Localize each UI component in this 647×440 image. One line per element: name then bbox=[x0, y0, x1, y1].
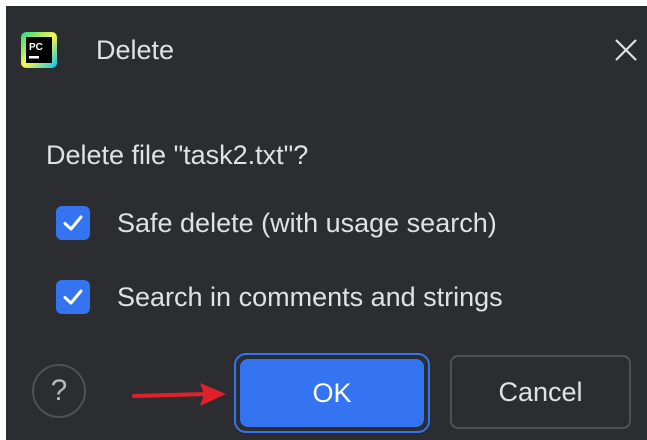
search-comments-checkbox[interactable] bbox=[56, 280, 90, 314]
check-icon bbox=[63, 289, 83, 305]
pycharm-app-icon: PC bbox=[21, 32, 57, 68]
delete-confirmation-message: Delete file "task2.txt"? bbox=[46, 140, 309, 170]
help-button[interactable]: ? bbox=[32, 364, 86, 418]
check-icon bbox=[63, 215, 83, 231]
svg-text:PC: PC bbox=[29, 42, 43, 53]
search-comments-label: Search in comments and strings bbox=[117, 282, 503, 312]
safe-delete-label: Safe delete (with usage search) bbox=[117, 208, 497, 238]
ok-button[interactable]: OK bbox=[240, 359, 424, 427]
safe-delete-checkbox[interactable] bbox=[56, 206, 90, 240]
red-arrow-icon bbox=[132, 383, 226, 406]
close-icon[interactable] bbox=[610, 34, 642, 66]
dialog-title: Delete bbox=[96, 35, 175, 65]
safe-delete-option[interactable]: Safe delete (with usage search) bbox=[56, 203, 497, 243]
delete-dialog: PC Delete Delete file "task2.txt"? Safe … bbox=[6, 6, 647, 440]
search-comments-option[interactable]: Search in comments and strings bbox=[56, 277, 503, 317]
title-bar: PC Delete bbox=[6, 6, 647, 94]
cancel-button[interactable]: Cancel bbox=[450, 355, 631, 429]
